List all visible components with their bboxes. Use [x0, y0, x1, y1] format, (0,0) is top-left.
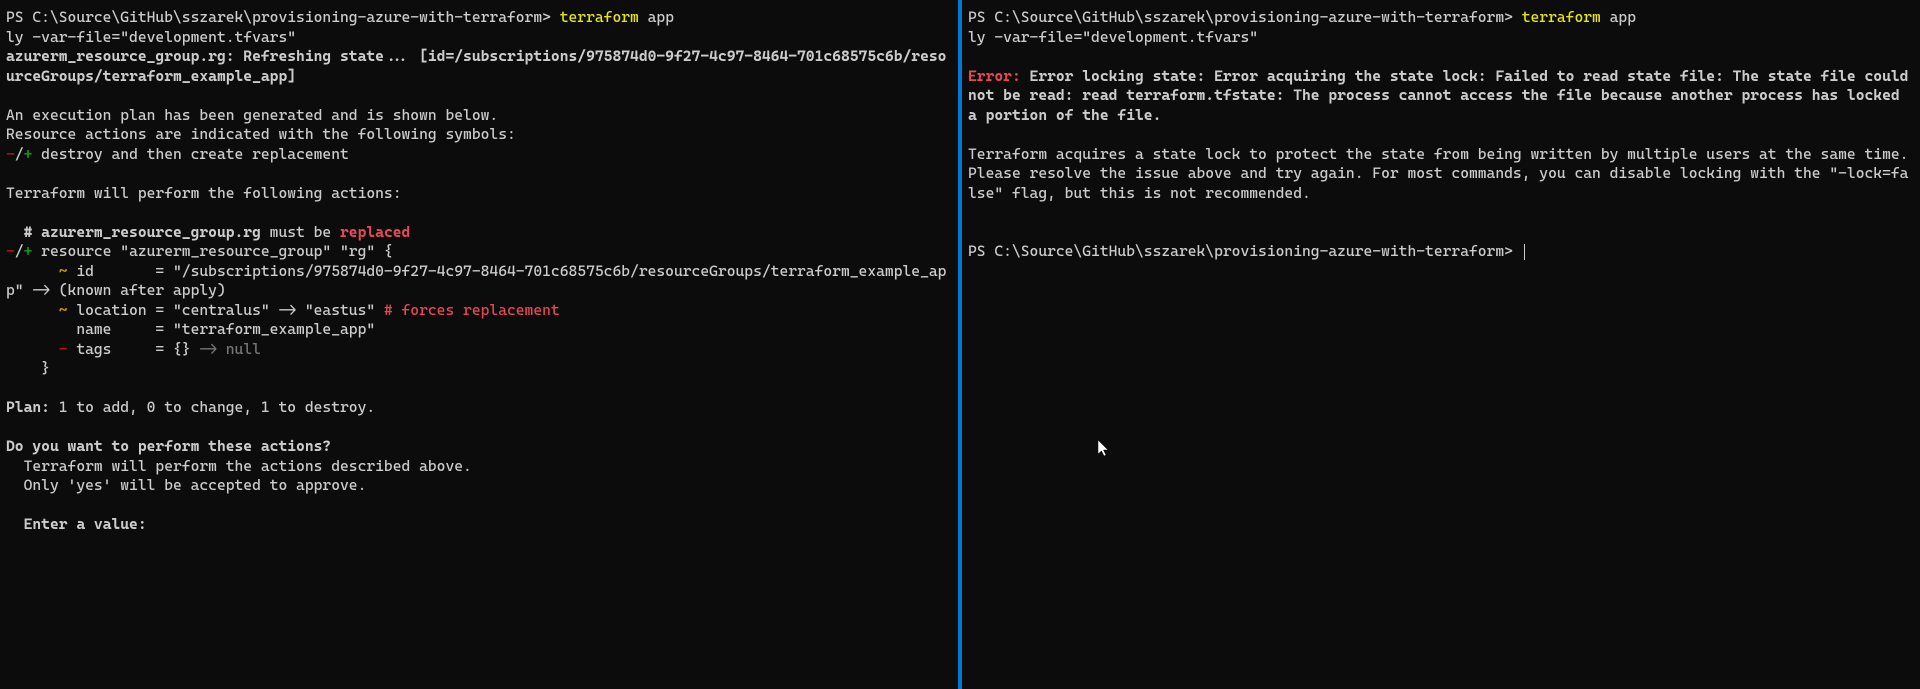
name-attr: name = "terraform_example_app" — [6, 320, 952, 340]
prompt-line-2: PS C:\Source\GitHub\sszarek\provisioning… — [968, 242, 1914, 262]
close-brace: } — [6, 359, 952, 379]
confirm-question: Do you want to perform these actions? — [6, 437, 952, 457]
terminal-pane-left[interactable]: PS C:\Source\GitHub\sszarek\provisioning… — [0, 0, 962, 689]
enter-value-prompt: Enter a value: — [6, 515, 952, 535]
terminal-pane-right[interactable]: PS C:\Source\GitHub\sszarek\provisioning… — [962, 0, 1920, 689]
confirm-line-2: Only 'yes' will be accepted to approve. — [6, 476, 952, 496]
plan-intro-1: An execution plan has been generated and… — [6, 106, 952, 126]
refresh-state-line: azurerm_resource_group.rg: Refreshing st… — [6, 47, 952, 86]
actions-intro: Terraform will perform the following act… — [6, 184, 952, 204]
plan-intro-2: Resource actions are indicated with the … — [6, 125, 952, 145]
symbol-legend: -/+ destroy and then create replacement — [6, 145, 952, 165]
cmd-continuation: ly -var-file="development.tfvars" — [968, 28, 1914, 48]
tags-attr: - tags = {} -> null — [6, 340, 952, 360]
confirm-line-1: Terraform will perform the actions descr… — [6, 457, 952, 477]
error-explanation: Terraform acquires a state lock to prote… — [968, 145, 1914, 204]
location-attr: ~ location = "centralus" -> "eastus" # f… — [6, 301, 952, 321]
cmd-continuation: ly -var-file="development.tfvars" — [6, 28, 952, 48]
prompt-line: PS C:\Source\GitHub\sszarek\provisioning… — [6, 8, 952, 28]
resource-declaration: -/+ resource "azurerm_resource_group" "r… — [6, 242, 952, 262]
id-attr: ~ id = "/subscriptions/975874d0-9f27-4c9… — [6, 262, 952, 301]
plan-summary: Plan: 1 to add, 0 to change, 1 to destro… — [6, 398, 952, 418]
error-block: Error: Error locking state: Error acquir… — [968, 67, 1914, 126]
resource-comment: # azurerm_resource_group.rg must be repl… — [6, 223, 952, 243]
prompt-line: PS C:\Source\GitHub\sszarek\provisioning… — [968, 8, 1914, 28]
text-cursor — [1524, 244, 1525, 260]
